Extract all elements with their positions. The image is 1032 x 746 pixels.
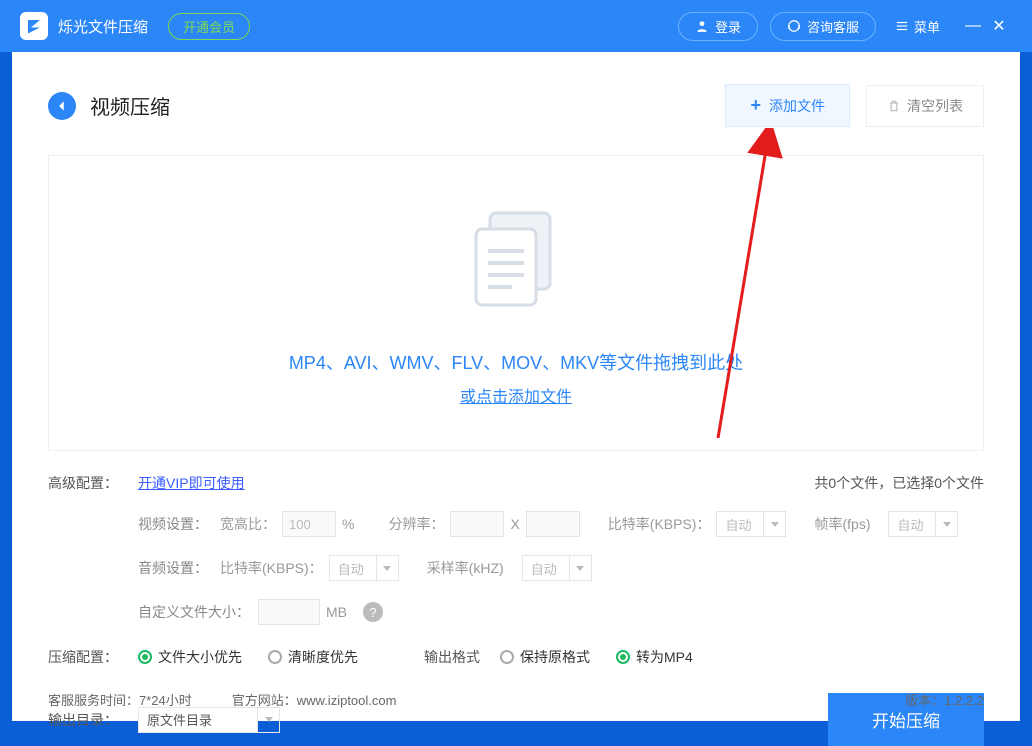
- compress-config-label: 压缩配置：: [48, 647, 138, 667]
- fps-select[interactable]: 自动: [888, 511, 936, 537]
- official-website[interactable]: 官方网站：www.iziptool.com: [232, 690, 397, 709]
- output-format-label: 输出格式: [424, 647, 480, 667]
- version-text: 版本：1.2.2.2: [905, 690, 984, 709]
- support-label: 咨询客服: [807, 17, 859, 36]
- chevron-down-icon[interactable]: [764, 511, 786, 537]
- radio-to-mp4[interactable]: 转为MP4: [616, 647, 693, 667]
- video-settings-label: 视频设置：: [138, 514, 208, 534]
- open-vip-link[interactable]: 开通VIP即可使用: [138, 473, 245, 493]
- close-button[interactable]: ✕: [986, 13, 1012, 39]
- file-count-text: 共0个文件，已选择0个文件: [814, 473, 984, 493]
- dropzone-click-link[interactable]: 或点击添加文件: [460, 383, 572, 407]
- aspect-ratio-input[interactable]: [282, 511, 336, 537]
- chevron-down-icon[interactable]: [377, 555, 399, 581]
- chevron-down-icon[interactable]: [936, 511, 958, 537]
- document-icon: [456, 199, 576, 319]
- custom-size-unit: MB: [326, 604, 347, 620]
- menu-label: 菜单: [914, 17, 940, 36]
- radio-icon: [268, 650, 282, 664]
- advanced-config-label: 高级配置：: [48, 473, 138, 493]
- clear-list-label: 清空列表: [907, 96, 963, 116]
- main-panel: 视频压缩 + 添加文件 清空列表 MP4、AVI、WMV、FLV、MOV、MKV…: [12, 52, 1020, 721]
- samplerate-label: 采样率(kHZ): [427, 558, 504, 578]
- aspect-unit: %: [342, 516, 354, 532]
- compress-config-row: 压缩配置： 文件大小优先 清晰度优先 输出格式 保持原格式 转为MP4: [48, 647, 984, 667]
- login-button[interactable]: 登录: [678, 12, 758, 41]
- radio-icon: [616, 650, 630, 664]
- dropzone[interactable]: MP4、AVI、WMV、FLV、MOV、MKV等文件拖拽到此处 或点击添加文件: [48, 155, 984, 451]
- custom-size-input[interactable]: [258, 599, 320, 625]
- custom-size-label: 自定义文件大小：: [138, 602, 250, 622]
- audio-bitrate-label: 比特率(KBPS)：: [220, 558, 323, 578]
- fps-label: 帧率(fps): [814, 514, 870, 534]
- audio-settings-row: 音频设置： 比特率(KBPS)： 自动 采样率(kHZ) 自动: [138, 555, 984, 581]
- chevron-down-icon[interactable]: [570, 555, 592, 581]
- resolution-height-input[interactable]: [526, 511, 580, 537]
- chevron-down-icon[interactable]: [258, 707, 280, 733]
- back-button[interactable]: [48, 92, 76, 120]
- output-dir-select[interactable]: 原文件目录: [138, 707, 258, 733]
- support-button[interactable]: 咨询客服: [770, 12, 876, 41]
- service-hours: 客服服务时间：7*24小时: [48, 690, 192, 709]
- open-vip-button[interactable]: 开通会员: [168, 13, 250, 40]
- advanced-config-row: 高级配置： 开通VIP即可使用 共0个文件，已选择0个文件: [48, 473, 984, 493]
- resolution-label: 分辨率：: [388, 514, 444, 534]
- footer: 客服服务时间：7*24小时 官方网站：www.iziptool.com 版本：1…: [48, 690, 984, 709]
- dropzone-formats-text: MP4、AVI、WMV、FLV、MOV、MKV等文件拖拽到此处: [289, 349, 743, 375]
- samplerate-select[interactable]: 自动: [522, 555, 570, 581]
- video-settings-row: 视频设置： 宽高比： % 分辨率： X 比特率(KBPS)： 自动 帧率(fps…: [138, 511, 984, 537]
- login-label: 登录: [715, 17, 741, 36]
- audio-settings-label: 音频设置：: [138, 558, 208, 578]
- resolution-width-input[interactable]: [450, 511, 504, 537]
- plus-icon: +: [750, 95, 761, 116]
- radio-clarity-priority[interactable]: 清晰度优先: [268, 647, 358, 667]
- clear-list-button[interactable]: 清空列表: [866, 85, 984, 127]
- output-dir-label: 输出目录：: [48, 710, 138, 730]
- add-file-button[interactable]: + 添加文件: [725, 84, 850, 127]
- aspect-ratio-label: 宽高比：: [220, 514, 276, 534]
- minimize-button[interactable]: —: [960, 13, 986, 39]
- radio-size-priority[interactable]: 文件大小优先: [138, 647, 242, 667]
- radio-icon: [500, 650, 514, 664]
- page-title: 视频压缩: [90, 91, 725, 120]
- radio-icon: [138, 650, 152, 664]
- custom-size-row: 自定义文件大小： MB ?: [138, 599, 984, 625]
- titlebar: 烁光文件压缩 开通会员 登录 咨询客服 菜单 — ✕: [0, 0, 1032, 52]
- audio-bitrate-select[interactable]: 自动: [329, 555, 377, 581]
- app-title: 烁光文件压缩: [58, 16, 148, 37]
- page-header: 视频压缩 + 添加文件 清空列表: [48, 84, 984, 127]
- app-logo: [20, 12, 48, 40]
- video-bitrate-label: 比特率(KBPS)：: [608, 514, 711, 534]
- menu-button[interactable]: 菜单: [894, 17, 940, 36]
- radio-keep-format[interactable]: 保持原格式: [500, 647, 590, 667]
- help-icon[interactable]: ?: [363, 602, 383, 622]
- add-file-label: 添加文件: [769, 96, 825, 116]
- resolution-sep: X: [510, 516, 519, 532]
- video-bitrate-select[interactable]: 自动: [716, 511, 764, 537]
